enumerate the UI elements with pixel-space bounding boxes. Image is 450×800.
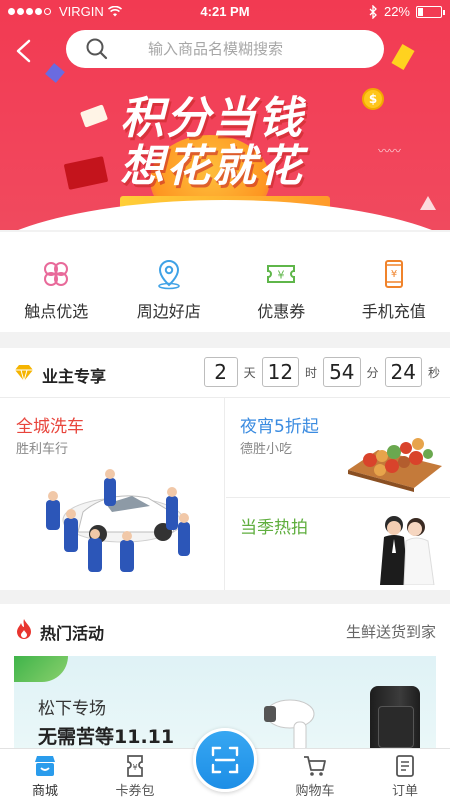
svg-text:¥: ¥ xyxy=(278,269,285,282)
hot-title: 热门活动 xyxy=(40,624,105,643)
status-bar: VIRGIN 4:21 PM 22% xyxy=(0,0,450,24)
order-list-icon xyxy=(396,755,414,777)
seasonal-title: 当季热拍 xyxy=(240,518,308,538)
tab-orders[interactable]: 订单 xyxy=(360,749,450,800)
category-label: 手机充值 xyxy=(361,302,426,321)
countdown-unit: 天 xyxy=(243,365,256,380)
clover-icon xyxy=(44,262,69,286)
battery-percent: 22% xyxy=(383,4,410,19)
zigzag-decoration: 〰〰 xyxy=(378,144,401,158)
tab-label: 订单 xyxy=(391,784,418,799)
exclusive-title: 业主专享 xyxy=(42,367,107,386)
countdown-minutes: 54 xyxy=(323,357,361,387)
snack-subtitle: 德胜小吃 xyxy=(240,442,293,457)
banner-title: 积分当钱 想花就花 xyxy=(120,95,304,191)
countdown-unit: 分 xyxy=(366,365,379,380)
countdown-timer: 2 天 12 时 54 分 24 秒 xyxy=(203,357,440,387)
car-wash-subtitle: 胜利车行 xyxy=(16,442,69,457)
exclusive-header: 业主专享 2 天 12 时 54 分 24 秒 xyxy=(0,348,450,398)
countdown-hours: 12 xyxy=(261,357,300,387)
category-label: 优惠券 xyxy=(257,302,306,321)
search-icon xyxy=(86,38,108,60)
voucher-icon: ¥ xyxy=(127,755,143,777)
red-envelope-decoration xyxy=(63,156,109,190)
tab-cart[interactable]: 购物车 xyxy=(270,749,360,800)
leaf-decoration xyxy=(14,656,68,682)
seasonal-photo-card[interactable]: 当季热拍 xyxy=(226,499,450,590)
confetti-decoration xyxy=(391,43,415,71)
snack-title: 夜宵5折起 xyxy=(240,417,319,437)
banner-title-line2: 想花就花 xyxy=(120,141,304,192)
banner-bottom-curve xyxy=(0,200,450,230)
tab-label: 购物车 xyxy=(295,784,335,799)
svg-text:¥: ¥ xyxy=(391,269,397,280)
countdown-days: 2 xyxy=(203,357,238,387)
fresh-delivery-link[interactable]: 生鲜送货到家 xyxy=(346,621,436,642)
wedding-couple-image xyxy=(368,507,438,585)
category-nearby-stores[interactable]: 周边好店 xyxy=(113,232,226,332)
card-decoration xyxy=(79,104,109,128)
car-wash-card[interactable]: 全城洗车 胜利车行 xyxy=(0,398,225,590)
search-bar[interactable] xyxy=(66,30,384,68)
countdown-unit: 时 xyxy=(305,365,318,380)
coin-icon: $ xyxy=(362,88,384,110)
tab-label: 商城 xyxy=(31,784,58,799)
phone-recharge-icon: ¥ xyxy=(384,260,403,288)
hot-header: 热门活动 生鲜送货到家 xyxy=(0,604,450,654)
banner-title-line1: 积分当钱 xyxy=(120,93,304,144)
bluetooth-icon xyxy=(369,4,377,19)
back-arrow-icon[interactable] xyxy=(10,36,40,66)
scan-icon xyxy=(211,746,239,774)
status-right: 22% xyxy=(369,4,445,19)
coupon-icon: ¥ xyxy=(267,265,296,283)
category-label: 周边好店 xyxy=(136,302,201,321)
svg-text:¥: ¥ xyxy=(132,763,137,772)
battery-fill xyxy=(418,7,423,16)
shop-icon xyxy=(35,756,55,776)
hair-dryer-image xyxy=(264,699,315,753)
search-input[interactable] xyxy=(148,40,368,58)
category-phone-recharge[interactable]: ¥ 手机充值 xyxy=(338,232,450,332)
flame-icon xyxy=(17,619,31,639)
owner-exclusive-section: 业主专享 2 天 12 时 54 分 24 秒 全城洗车 胜利车行 夜宵5折起 … xyxy=(0,348,450,590)
app-page: 〰〰 $ 积分当钱 想花就花 积分商城 重磅上线 VIRGIN 4:21 PM … xyxy=(0,0,450,800)
cart-icon xyxy=(304,756,326,776)
countdown-unit: 秒 xyxy=(427,365,440,380)
category-touch-select[interactable]: 触点优选 xyxy=(0,232,113,332)
triangle-decoration xyxy=(420,196,436,210)
tab-voucher[interactable]: ¥ 卡券包 xyxy=(90,749,180,800)
car-wash-image xyxy=(46,469,190,572)
battery-icon xyxy=(416,5,445,18)
category-label: 触点优选 xyxy=(24,302,89,321)
tab-label: 卡券包 xyxy=(115,784,155,799)
diamond-icon xyxy=(15,365,33,382)
confetti-decoration xyxy=(45,63,65,83)
location-pin-icon xyxy=(157,259,180,290)
skewer-food-image xyxy=(348,438,442,492)
hero-banner[interactable]: 〰〰 $ 积分当钱 想花就花 积分商城 重磅上线 VIRGIN 4:21 PM … xyxy=(0,0,450,230)
scan-button[interactable] xyxy=(193,728,257,792)
late-night-snack-card[interactable]: 夜宵5折起 德胜小吃 xyxy=(226,398,450,498)
promo-line1: 松下专场 xyxy=(38,699,106,719)
category-coupons[interactable]: ¥ 优惠券 xyxy=(225,232,338,332)
category-row: 触点优选 周边好店 ¥ 优惠券 ¥ 手机充值 xyxy=(0,232,450,332)
countdown-seconds: 24 xyxy=(384,357,422,387)
promo-line2: 无需苦等11.11 xyxy=(38,726,175,748)
tab-shop[interactable]: 商城 xyxy=(0,749,90,800)
car-wash-title: 全城洗车 xyxy=(16,417,84,437)
